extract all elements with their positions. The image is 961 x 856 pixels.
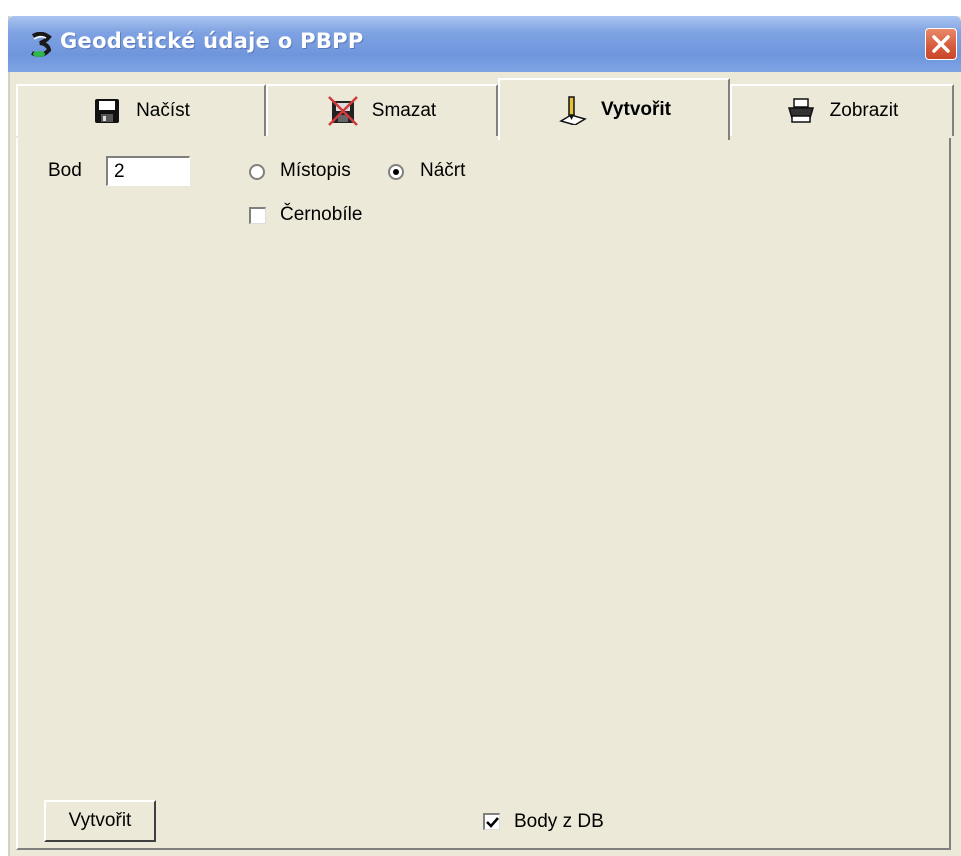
checkbox-cernobile-label[interactable]: Černobíle (280, 204, 362, 226)
radio-mistopis-label[interactable]: Místopis (280, 160, 351, 182)
floppy-delete-icon (327, 96, 358, 126)
close-icon (932, 35, 950, 53)
checkbox-body-z-db-label[interactable]: Body z DB (514, 811, 604, 833)
checkbox-cernobile[interactable] (249, 207, 266, 224)
app-logo-icon (31, 32, 52, 57)
tab-smazat[interactable]: Smazat (266, 84, 498, 136)
floppy-disk-icon (95, 99, 120, 123)
radio-nacrt-label[interactable]: Náčrt (420, 160, 465, 182)
radio-mistopis[interactable] (249, 164, 265, 180)
tab-label: Načíst (136, 100, 190, 121)
radio-nacrt[interactable] (388, 164, 404, 180)
tab-nacist[interactable]: Načíst (16, 84, 266, 136)
bod-input[interactable] (106, 156, 190, 186)
dialog-window: Geodetické údaje o PBPP Načíst Smazat Vy… (8, 16, 961, 856)
bod-label: Bod (48, 160, 82, 181)
checkbox-body-z-db[interactable] (483, 813, 500, 830)
tab-label: Smazat (371, 100, 437, 121)
tab-label: Vytvořit (600, 99, 672, 120)
tab-strip: Načíst Smazat Vytvořit Zobrazit (16, 78, 954, 140)
tab-zobrazit[interactable]: Zobrazit (730, 84, 954, 136)
close-button[interactable] (925, 28, 957, 60)
window-title: Geodetické údaje o PBPP (60, 29, 364, 53)
tab-label: Zobrazit (829, 100, 899, 121)
title-bar[interactable]: Geodetické údaje o PBPP (8, 16, 961, 72)
printer-icon (787, 98, 814, 123)
create-button[interactable]: Vytvořit (44, 800, 156, 842)
pen-paper-icon (559, 96, 587, 125)
tab-panel: Bod Místopis Náčrt Černobíle Vytvořit Bo… (16, 138, 951, 850)
tab-vytvorit[interactable]: Vytvořit (498, 78, 730, 140)
checkmark-icon (486, 817, 499, 828)
